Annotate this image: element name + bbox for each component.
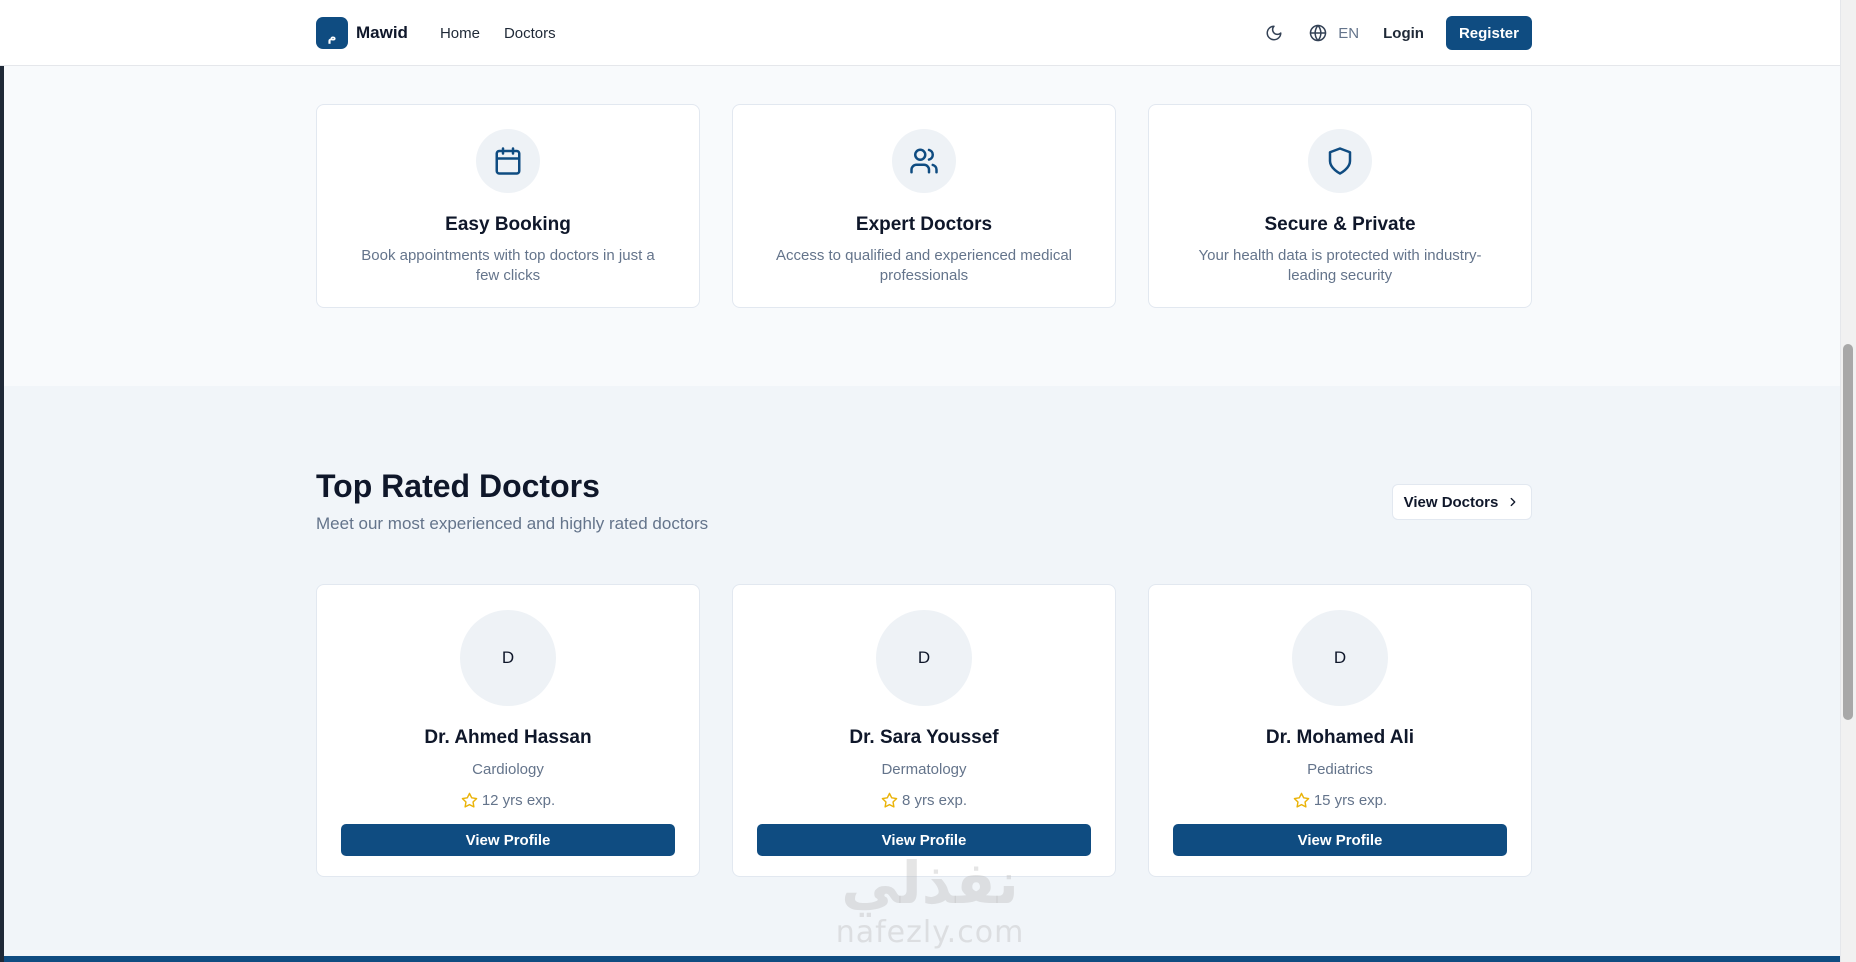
doctor-name: Dr. Ahmed Hassan [424,727,592,748]
feature-title: Secure & Private [1264,214,1416,235]
moon-icon[interactable] [1262,21,1286,45]
feature-card-easy-booking: Easy Booking Book appointments with top … [316,104,700,308]
doctor-specialty: Cardiology [472,761,544,778]
top-navbar: م Mawid Home Doctors EN Login Register [0,0,1840,66]
doctor-card: D Dr. Sara Youssef Dermatology 8 yrs exp… [732,584,1116,877]
nav-link-doctors[interactable]: Doctors [504,25,556,42]
doctor-experience: 12 yrs exp. [317,792,699,809]
feature-title: Expert Doctors [855,214,993,235]
doctor-experience: 8 yrs exp. [733,792,1115,809]
users-icon [892,129,956,193]
feature-description: Book appointments with top doctors in ju… [361,247,655,284]
section-title: Top Rated Doctors [316,468,600,504]
scrollbar-thumb[interactable] [1843,344,1853,720]
star-icon [1293,792,1310,808]
brand-name[interactable]: Mawid [356,23,408,43]
view-profile-button[interactable]: View Profile [1173,824,1507,856]
doctor-name: Dr. Sara Youssef [849,727,999,748]
experience-text: 15 yrs exp. [1313,792,1388,809]
nav-link-home[interactable]: Home [440,25,480,42]
doctor-card: D Dr. Mohamed Ali Pediatrics 15 yrs exp.… [1148,584,1532,877]
view-doctors-button[interactable]: View Doctors [1392,484,1532,520]
star-icon [881,792,898,808]
doctor-specialty: Dermatology [881,761,967,778]
feature-card-secure-private: Secure & Private Your health data is pro… [1148,104,1532,308]
navbar-inner: م Mawid Home Doctors EN Login Register [316,0,1532,66]
avatar: D [1292,610,1388,706]
navbar-left: م Mawid Home Doctors [316,17,580,49]
feature-card-expert-doctors: Expert Doctors Access to qualified and e… [732,104,1116,308]
feature-description: Your health data is protected with indus… [1198,247,1482,284]
doctor-card: D Dr. Ahmed Hassan Cardiology 12 yrs exp… [316,584,700,877]
doctor-experience: 15 yrs exp. [1149,792,1531,809]
watermark-arabic: نفذلي [841,849,1019,917]
star-icon [461,792,478,808]
language-code[interactable]: EN [1338,25,1359,42]
watermark: نفذلي nafezly.com [820,850,1040,960]
doctor-specialty: Pediatrics [1307,761,1373,778]
experience-text: 8 yrs exp. [901,792,968,809]
scrollbar[interactable] [1840,0,1856,962]
globe-icon[interactable] [1306,21,1330,45]
feature-description: Access to qualified and experienced medi… [775,247,1072,284]
feature-title: Easy Booking [445,214,571,235]
logo[interactable]: م [316,17,348,49]
view-doctors-label: View Doctors [1403,493,1499,511]
login-link[interactable]: Login [1383,25,1424,42]
section-subtitle: Meet our most experienced and highly rat… [316,514,709,533]
view-profile-button[interactable]: View Profile [341,824,675,856]
shield-icon [1308,129,1372,193]
calendar-icon [476,129,540,193]
chevron-right-icon [1510,497,1516,507]
register-button[interactable]: Register [1445,16,1532,50]
avatar: D [460,610,556,706]
doctor-name: Dr. Mohamed Ali [1265,727,1415,748]
navbar-right: EN Login Register [1262,16,1532,50]
experience-text: 12 yrs exp. [481,792,556,809]
avatar: D [876,610,972,706]
watermark-latin: nafezly.com [835,915,1025,950]
